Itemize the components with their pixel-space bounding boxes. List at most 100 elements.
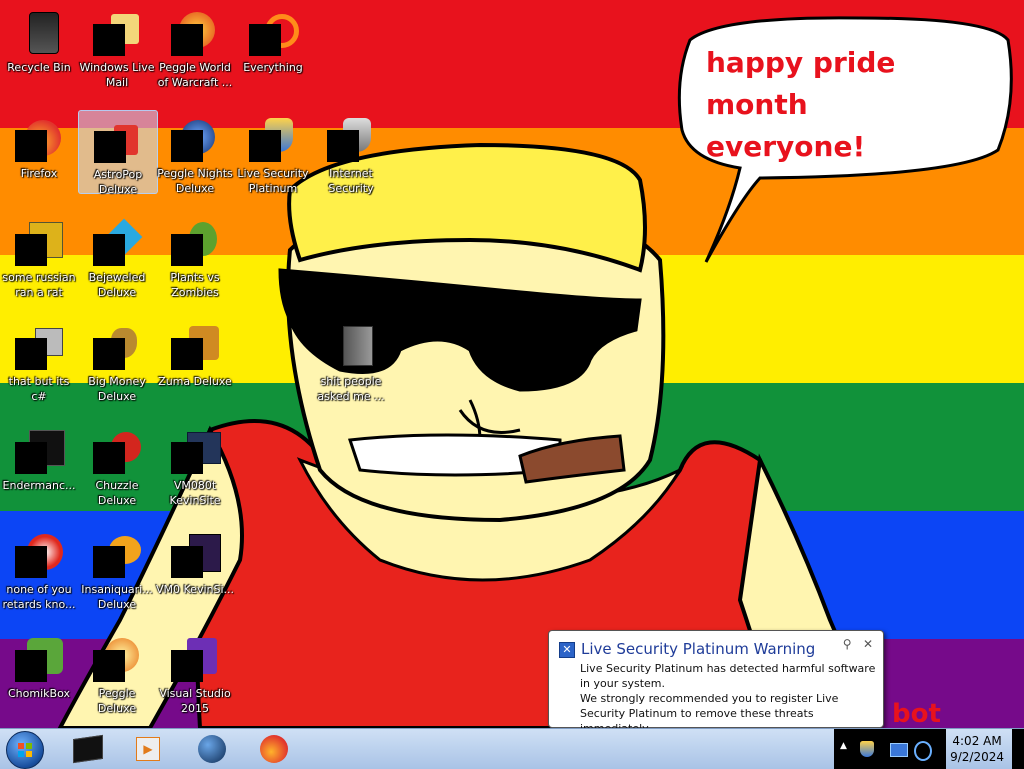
desktop-icon-live-security-platinum[interactable]: Live Security Platinum: [234, 110, 312, 196]
desktop-icon-label: Windows Live Mail: [79, 61, 155, 89]
desktop-icon-zuma[interactable]: Zuma Deluxe: [156, 318, 234, 389]
game-icon: [171, 10, 219, 58]
vm-icon: [171, 428, 221, 476]
desktop-icon-label: Big Money Deluxe: [88, 375, 146, 403]
desktop-icon-everything[interactable]: Everything: [234, 4, 312, 75]
firefox-icon: [260, 735, 288, 763]
desktop-icon-label: Zuma Deluxe: [158, 375, 232, 388]
desktop-icon-some-russian[interactable]: some russian ran a rat: [0, 214, 78, 300]
system-tray: ▲ 4:02 AM 9/2/2024: [834, 729, 1024, 769]
window-icon: [15, 428, 65, 476]
media-player-icon: ▶: [136, 737, 160, 761]
visual-studio-icon: [171, 636, 219, 684]
speech-bubble-text: happy pride month everyone!: [706, 46, 896, 163]
desktop-icon-folder[interactable]: shit people asked me ...: [312, 318, 390, 404]
game-icon: [94, 117, 142, 165]
desktop-icon-label: Endermanc...: [2, 479, 76, 492]
gem-icon: [93, 218, 143, 268]
desktop-icon-chuzzle[interactable]: Chuzzle Deluxe: [78, 422, 156, 508]
desktop-icon-that-but-csharp[interactable]: that but its c#: [0, 318, 78, 404]
game-icon: [171, 116, 219, 164]
desktop-icon-label: Live Security Platinum: [237, 167, 309, 195]
tray-expand-arrow[interactable]: ▲: [840, 741, 847, 751]
desktop-icon-internet-security[interactable]: Internet Security: [312, 110, 390, 196]
desktop-icon-label: shit people asked me ...: [317, 375, 385, 403]
taskbar-media-player[interactable]: ▶: [120, 731, 176, 767]
shield-icon: [249, 116, 297, 164]
globe-icon: [198, 735, 226, 763]
start-button[interactable]: [6, 731, 44, 769]
desktop-icon-big-money[interactable]: Big Money Deluxe: [78, 318, 156, 404]
desktop-icon-label: Peggle Nights Deluxe: [157, 167, 233, 195]
desktop-icon-label: Peggle World of Warcraft ...: [157, 61, 233, 89]
recycle-bin-icon: [15, 10, 63, 58]
security-shield-icon: ✕: [559, 642, 575, 658]
desktop-icon-astropop[interactable]: AstroPop Deluxe: [78, 110, 158, 196]
balloon-line-1: Live Security Platinum has detected harm…: [580, 662, 876, 690]
desktop-icon-label: Chuzzle Deluxe: [95, 479, 139, 507]
volume-icon[interactable]: [914, 741, 932, 761]
desktop-icon-label: some russian ran a rat: [2, 271, 76, 299]
desktop-icon-recycle-bin[interactable]: Recycle Bin: [0, 4, 78, 75]
desktop-icon-label: VM0 KevinSi...: [156, 583, 235, 596]
mail-icon: [93, 10, 141, 58]
desktop-icon-insaniquarium[interactable]: Insaniquari... Deluxe: [78, 526, 156, 612]
clock-time: 4:02 AM: [952, 734, 1002, 748]
game-icon: [93, 428, 141, 476]
folder-icon: [327, 324, 375, 372]
taskbar-globe[interactable]: [184, 731, 240, 767]
corner-text: bot: [892, 699, 941, 728]
search-icon: [249, 10, 299, 58]
balloon-title: Live Security Platinum Warning: [581, 640, 816, 658]
desktop-icon-label: Insaniquari... Deluxe: [81, 583, 153, 611]
close-icon[interactable]: ✕: [863, 637, 873, 651]
desktop-icon-firefox[interactable]: Firefox: [0, 110, 78, 181]
game-icon: [171, 324, 219, 372]
desktop-icon-label: Plants vs Zombies: [170, 271, 220, 299]
desktop-icon-vm0-kevinsite[interactable]: VM0 KevinSi...: [156, 526, 234, 597]
network-icon[interactable]: [890, 743, 908, 757]
game-icon: [171, 220, 219, 268]
desktop-icon-label: VM080t KevinSite: [169, 479, 221, 507]
desktop-icon-peggle-nights[interactable]: Peggle Nights Deluxe: [156, 110, 234, 196]
fish-icon: [93, 532, 141, 580]
desktop-icon-windows-live-mail[interactable]: Windows Live Mail: [78, 4, 156, 90]
app-icon: [15, 220, 63, 268]
shortcut-icon: [15, 324, 63, 372]
desktop-icon-peggle-deluxe[interactable]: Peggle Deluxe: [78, 630, 156, 716]
desktop-icon-vm080t[interactable]: VM080t KevinSite: [156, 422, 234, 508]
desktop-icon-label: Peggle Deluxe: [97, 687, 137, 715]
desktop-icon-label: Bejeweled Deluxe: [88, 271, 146, 299]
clock-date: 9/2/2024: [950, 750, 1004, 764]
desktop-icon-endermanch[interactable]: Endermanc...: [0, 422, 78, 493]
hamster-icon: [15, 636, 63, 684]
settings-icon[interactable]: ⚲: [843, 637, 852, 651]
desktop-icon-label: none of you retards kno...: [2, 583, 76, 611]
game-icon: [93, 636, 141, 684]
clock[interactable]: 4:02 AM 9/2/2024: [950, 733, 1004, 765]
show-desktop-button[interactable]: [1012, 729, 1024, 769]
money-icon: [93, 324, 141, 372]
desktop-icon-plants-vs-zombies[interactable]: Plants vs Zombies: [156, 214, 234, 300]
desktop-icon-chomikbox[interactable]: ChomikBox: [0, 630, 78, 701]
desktop-icon-label: AstroPop Deluxe: [93, 168, 143, 196]
windows-logo-icon: [18, 743, 32, 757]
desktop-icon-none-of-you[interactable]: none of you retards kno...: [0, 526, 78, 612]
desktop-icon-label: Everything: [243, 61, 303, 74]
desktop-icon-label: Visual Studio 2015: [159, 687, 231, 715]
desktop-icon-label: Recycle Bin: [7, 61, 71, 74]
security-tray-icon[interactable]: [860, 741, 874, 757]
taskbar: ▶ ▲ 4:02 AM 9/2/2024: [0, 728, 1024, 769]
desktop-icon-label: ChomikBox: [8, 687, 70, 700]
taskbar-terminal[interactable]: [60, 731, 116, 767]
desktop-icon-bejeweled[interactable]: Bejeweled Deluxe: [78, 214, 156, 300]
shield-icon: [327, 116, 375, 164]
security-warning-balloon[interactable]: ✕ Live Security Platinum Warning ⚲ ✕ Liv…: [548, 630, 884, 735]
desktop-icon-visual-studio[interactable]: Visual Studio 2015: [156, 630, 234, 716]
desktop-icon-label: that but its c#: [8, 375, 70, 403]
desktop-icon-label: Firefox: [20, 167, 58, 180]
app-icon: [15, 532, 63, 580]
taskbar-firefox[interactable]: [246, 731, 302, 767]
balloon-body: Live Security Platinum has detected harm…: [580, 661, 876, 736]
desktop-icon-peggle-wow[interactable]: Peggle World of Warcraft ...: [156, 4, 234, 90]
